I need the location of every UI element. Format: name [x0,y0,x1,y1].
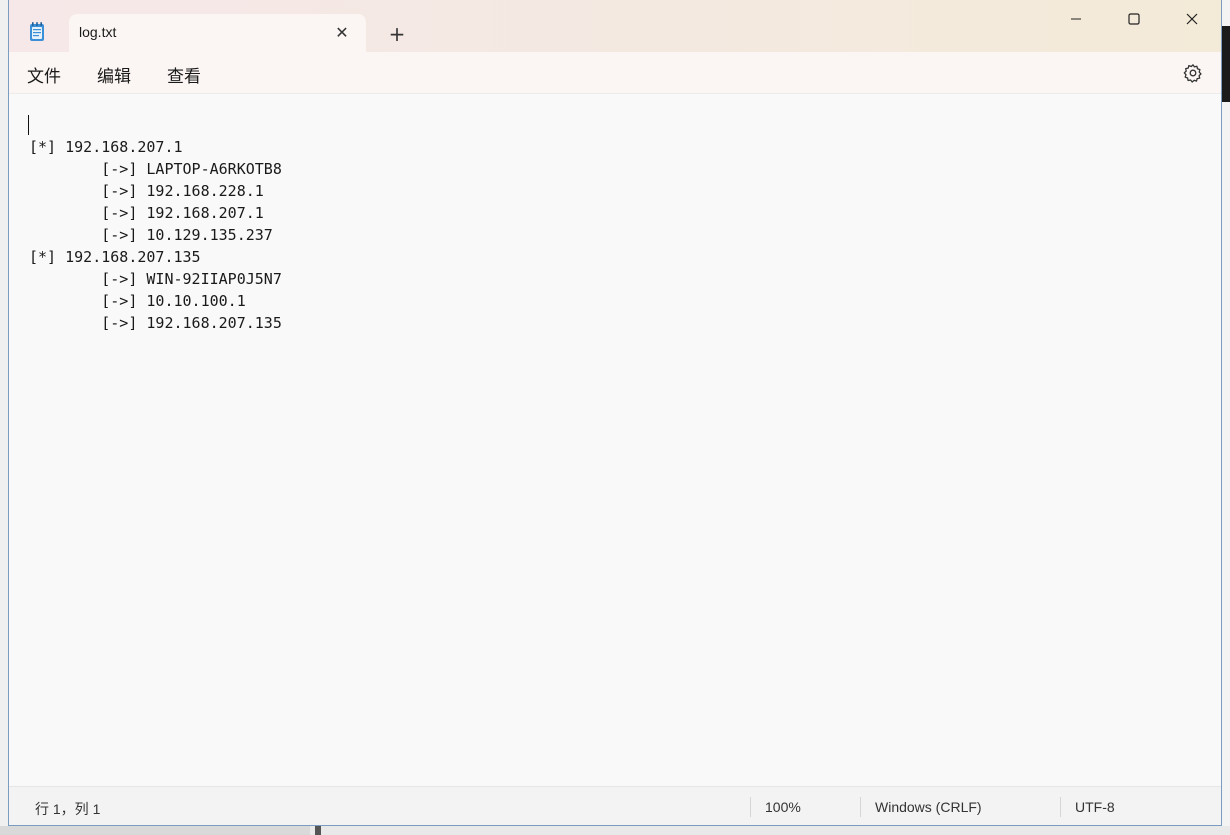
notepad-icon [29,22,45,42]
text-line: [->] 192.168.207.1 [29,204,264,222]
background-dark-marker [315,826,321,835]
text-line: [*] 192.168.207.135 [29,248,201,266]
text-editor[interactable]: [*] 192.168.207.1 [->] LAPTOP-A6RKOTB8 [… [9,94,1221,786]
text-line: [->] 192.168.228.1 [29,182,264,200]
minimize-button[interactable] [1047,0,1105,38]
editor-text: [*] 192.168.207.1 [->] LAPTOP-A6RKOTB8 [… [29,136,282,334]
menu-edit[interactable]: 编辑 [95,62,133,87]
status-divider [1060,797,1061,817]
status-divider [860,797,861,817]
status-divider [750,797,751,817]
maximize-icon [1128,13,1140,25]
menu-bar: 文件 编辑 查看 [9,52,1221,94]
status-bar: 行 1，列 1 100% Windows (CRLF) UTF-8 [9,786,1221,825]
text-line: [*] 192.168.207.1 [29,138,183,156]
zoom-level[interactable]: 100% [765,799,801,815]
tab-title: log.txt [79,24,117,40]
menu-view[interactable]: 查看 [165,62,203,87]
text-line: [->] 10.129.135.237 [29,226,273,244]
close-icon [1186,13,1198,25]
menu-file[interactable]: 文件 [25,62,63,87]
text-line: [->] 10.10.100.1 [29,292,246,310]
cursor-position: 行 1，列 1 [35,801,101,817]
maximize-button[interactable] [1105,0,1163,38]
gear-icon [1183,64,1202,83]
encoding[interactable]: UTF-8 [1075,799,1115,815]
background-strip [0,826,310,835]
text-line: [->] LAPTOP-A6RKOTB8 [29,160,282,178]
minimize-icon [1071,18,1081,20]
tab-log-txt[interactable]: log.txt ✕ [69,14,366,52]
new-tab-button[interactable]: + [383,22,411,46]
settings-button[interactable] [1183,63,1203,83]
background-window-dark-edge [1221,26,1230,102]
title-bar[interactable]: log.txt ✕ + [9,0,1221,52]
line-ending[interactable]: Windows (CRLF) [875,799,982,815]
close-window-button[interactable] [1163,0,1221,38]
background-bottom-edge [0,826,1230,835]
text-caret [28,115,29,135]
tab-close-icon[interactable]: ✕ [332,22,352,42]
notepad-window: log.txt ✕ + 文件 编辑 查看 [*] 192.168.207.1 [… [8,0,1222,826]
text-line: [->] 192.168.207.135 [29,314,282,332]
text-line: [->] WIN-92IIAP0J5N7 [29,270,282,288]
